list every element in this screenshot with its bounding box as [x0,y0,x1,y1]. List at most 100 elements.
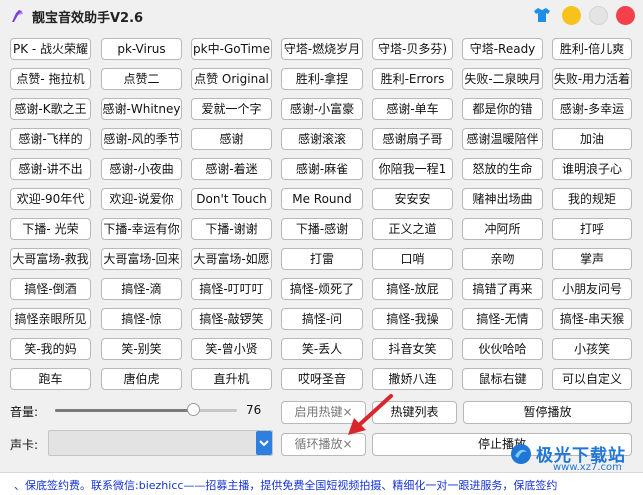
sound-button[interactable]: 感谢 [191,128,272,150]
sound-button[interactable]: 笑-我的妈 [10,338,91,360]
sound-button[interactable]: 亲吻 [462,248,543,270]
sound-button[interactable]: 撒娇八连 [372,368,453,390]
pause-button[interactable]: 暂停播放 [463,401,632,424]
app-title: 靓宝音效助手V2.6 [32,11,144,26]
sound-button[interactable]: pk-Virus [101,38,182,60]
volume-slider-thumb[interactable] [187,403,200,416]
sound-button[interactable]: 失败-二泉映月 [462,68,543,90]
sound-button[interactable]: 加油 [552,128,632,150]
sound-button[interactable]: 感谢-麻雀 [281,158,363,180]
sound-button[interactable]: 搞怪亲眼所见 [10,308,91,330]
sound-button[interactable]: 笑-丢人 [281,338,363,360]
ticker-text: 、保底签约费。联系微信:biezhicc——招募主播，提供免费全国短视频拍摄、精… [14,479,558,492]
sound-button[interactable]: 搞怪-倒酒 [10,278,91,300]
watermark: 极光下载站 www.xz7.com [509,440,634,474]
sound-button[interactable]: 掌声 [552,248,632,270]
sound-button[interactable]: 守塔-燃烧岁月 [281,38,363,60]
sound-button[interactable]: 感谢-K歌之王 [10,98,91,120]
sound-button[interactable]: 感谢-飞样的 [10,128,91,150]
sound-button[interactable]: pk中-GoTime [191,38,272,60]
sound-button[interactable]: 搞怪-叮叮叮 [191,278,272,300]
sound-card-select[interactable] [48,430,273,456]
sound-button[interactable]: 直升机 [191,368,272,390]
sound-button[interactable]: 小孩笑 [552,338,632,360]
sound-button[interactable]: 感谢-小夜曲 [101,158,182,180]
sound-button[interactable]: 守塔-贝多芬) [372,38,453,60]
sound-button[interactable]: 我的规矩 [552,188,632,210]
sound-button[interactable]: 搞怪-惊 [101,308,182,330]
sound-button[interactable]: 下播-谢谢 [191,218,272,240]
sound-button[interactable]: 谁明浪子心 [552,158,632,180]
sound-button[interactable]: 打呼 [552,218,632,240]
sound-button[interactable]: 感谢滚滚 [281,128,363,150]
sound-button[interactable]: 怒放的生命 [462,158,543,180]
sound-button[interactable]: 搞怪-我操 [372,308,453,330]
watermark-logo-icon [511,444,531,464]
sound-button[interactable]: 冲阿所 [462,218,543,240]
sound-button[interactable]: 搞怪-问 [281,308,363,330]
sound-button[interactable]: 搞怪-串天猴 [552,308,632,330]
sound-button[interactable]: 大哥富场-救我 [10,248,91,270]
sound-button[interactable]: 可以自定义 [552,368,632,390]
sound-button[interactable]: 欢迎-说爱你 [101,188,182,210]
chevron-down-icon[interactable] [256,431,272,455]
sound-button[interactable]: 胜利-Errors [372,68,453,90]
sound-button[interactable]: 守塔-Ready [462,38,543,60]
sound-button[interactable]: 搞怪-烦死了 [281,278,363,300]
maximize-button[interactable] [589,6,608,25]
close-button[interactable] [616,6,635,25]
sound-button[interactable]: 口哨 [372,248,453,270]
sound-button[interactable]: 感谢-讲不出 [10,158,91,180]
sound-button[interactable]: 搞怪-滴 [101,278,182,300]
sound-button[interactable]: 感谢温暖陪伴 [462,128,543,150]
sound-button[interactable]: 打雷 [281,248,363,270]
sound-button[interactable]: 鼠标右键 [462,368,543,390]
sound-button[interactable]: 笑-别笑 [101,338,182,360]
sound-button[interactable]: 小朋友问号 [552,278,632,300]
sound-button[interactable]: 跑车 [10,368,91,390]
sound-button[interactable]: 胜利-倍儿爽 [552,38,632,60]
sound-button[interactable]: 搞错了再来 [462,278,543,300]
sound-button[interactable]: 点赞 Original [191,68,272,90]
sound-button[interactable]: 失败-用力活着 [552,68,632,90]
sound-button[interactable]: 伙伙哈哈 [462,338,543,360]
sound-button[interactable]: 爱就一个字 [191,98,272,120]
sound-button[interactable]: 笑-曾小贤 [191,338,272,360]
sound-button[interactable]: 搞怪-敲锣笑 [191,308,272,330]
sound-button[interactable]: 感谢-着迷 [191,158,272,180]
sound-button[interactable]: 大哥富场-如愿 [191,248,272,270]
sound-button[interactable]: 唐伯虎 [101,368,182,390]
sound-button[interactable]: 点赞二 [101,68,182,90]
sound-button[interactable]: 感谢-风的季节 [101,128,182,150]
skin-icon[interactable] [532,5,552,25]
sound-button[interactable]: 感谢-Whitney [101,98,182,120]
sound-button[interactable]: 点赞- 拖拉机 [10,68,91,90]
sound-button[interactable]: 大哥富场-回来 [101,248,182,270]
info-ticker: 、保底签约费。联系微信:biezhicc——招募主播，提供免费全国短视频拍摄、精… [0,472,643,495]
minimize-button[interactable] [562,6,581,25]
watermark-url: www.xz7.com [553,462,622,473]
sound-button[interactable]: 下播-感谢 [281,218,363,240]
sound-button[interactable]: 下播-幸运有你 [101,218,182,240]
sound-button[interactable]: 搞怪-无情 [462,308,543,330]
sound-button[interactable]: PK - 战火荣耀 [10,38,91,60]
sound-button[interactable]: 感谢-小富豪 [281,98,363,120]
sound-button[interactable]: 都是你的错 [462,98,543,120]
sound-button[interactable]: 感谢-多幸运 [552,98,632,120]
sound-button[interactable]: 感谢-单车 [372,98,453,120]
sound-button[interactable]: 赌神出场曲 [462,188,543,210]
sound-button[interactable]: 抖音女笑 [372,338,453,360]
sound-button[interactable]: Don't Touch [191,188,272,210]
sound-button[interactable]: 胜利-拿捏 [281,68,363,90]
volume-slider[interactable] [55,403,237,416]
sound-button[interactable]: 下播- 光荣 [10,218,91,240]
sound-button[interactable]: Me Round [281,188,363,210]
sound-button[interactable]: 正义之道 [372,218,453,240]
sound-button[interactable]: 搞怪-放屁 [372,278,453,300]
sound-button[interactable]: 哎呀圣音 [281,368,363,390]
sound-button[interactable]: 感谢扇子哥 [372,128,453,150]
sound-button[interactable]: 安安安 [372,188,453,210]
sound-button[interactable]: 你陪我一程1 [372,158,453,180]
volume-label: 音量: [10,405,39,419]
sound-button[interactable]: 欢迎-90年代 [10,188,91,210]
